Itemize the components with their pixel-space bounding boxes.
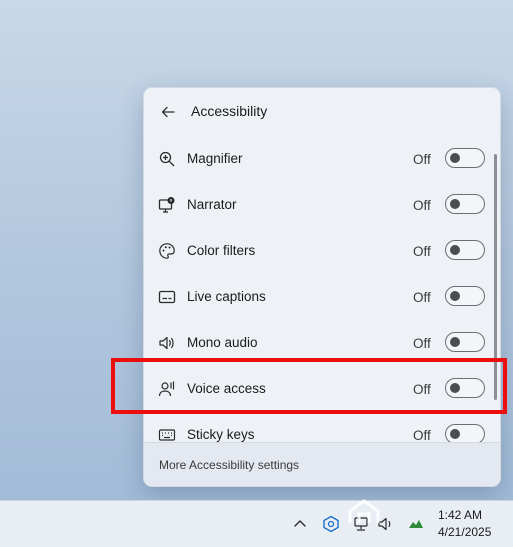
- panel-header: Accessibility: [144, 88, 500, 136]
- item-label: Live captions: [187, 289, 266, 304]
- mono-audio-toggle[interactable]: [445, 332, 485, 352]
- quick-settings-accessibility-panel: Accessibility Magnifier Off Narrator Off: [143, 87, 501, 487]
- watermark-logo: [342, 497, 502, 527]
- item-state: Off: [413, 428, 431, 442]
- watermark-house-icon: [348, 499, 380, 523]
- item-state: Off: [413, 244, 431, 259]
- narrator-icon: [158, 197, 175, 213]
- toggle-knob: [450, 291, 460, 301]
- item-label: Narrator: [187, 197, 237, 212]
- list-item-narrator[interactable]: Narrator Off: [144, 182, 490, 228]
- item-label: Color filters: [187, 243, 256, 258]
- panel-title: Accessibility: [191, 103, 268, 119]
- item-label: Sticky keys: [187, 427, 255, 442]
- magnifier-icon: [159, 151, 175, 167]
- back-button[interactable]: [156, 100, 180, 124]
- item-state: Off: [413, 336, 431, 351]
- app-tray-icon[interactable]: [322, 515, 340, 533]
- color-filters-toggle[interactable]: [445, 240, 485, 260]
- back-arrow-icon: [161, 106, 175, 118]
- toggle-knob: [450, 337, 460, 347]
- more-accessibility-settings-link[interactable]: More Accessibility settings: [159, 458, 299, 472]
- list-item-live-captions[interactable]: Live captions Off: [144, 274, 490, 320]
- voice-access-highlight-box: [111, 358, 507, 414]
- item-label: Mono audio: [187, 335, 258, 350]
- toggle-knob: [450, 429, 460, 439]
- item-state: Off: [413, 290, 431, 305]
- toggle-knob: [450, 199, 460, 209]
- list-item-magnifier[interactable]: Magnifier Off: [144, 136, 490, 182]
- sticky-keys-toggle[interactable]: [445, 424, 485, 442]
- mono-audio-icon: [159, 336, 174, 350]
- toggle-knob: [450, 245, 460, 255]
- panel-footer: More Accessibility settings: [144, 442, 500, 486]
- narrator-toggle[interactable]: [445, 194, 485, 214]
- keyboard-icon: [158, 429, 176, 441]
- list-item-sticky-keys[interactable]: Sticky keys Off: [144, 412, 490, 442]
- magnifier-toggle[interactable]: [445, 148, 485, 168]
- item-state: Off: [413, 152, 431, 167]
- toggle-knob: [450, 153, 460, 163]
- item-label: Magnifier: [187, 151, 243, 166]
- palette-icon: [159, 243, 175, 259]
- list-item-color-filters[interactable]: Color filters Off: [144, 228, 490, 274]
- live-captions-toggle[interactable]: [445, 286, 485, 306]
- captions-icon: [158, 290, 176, 304]
- chevron-up-icon[interactable]: [291, 515, 309, 533]
- item-state: Off: [413, 198, 431, 213]
